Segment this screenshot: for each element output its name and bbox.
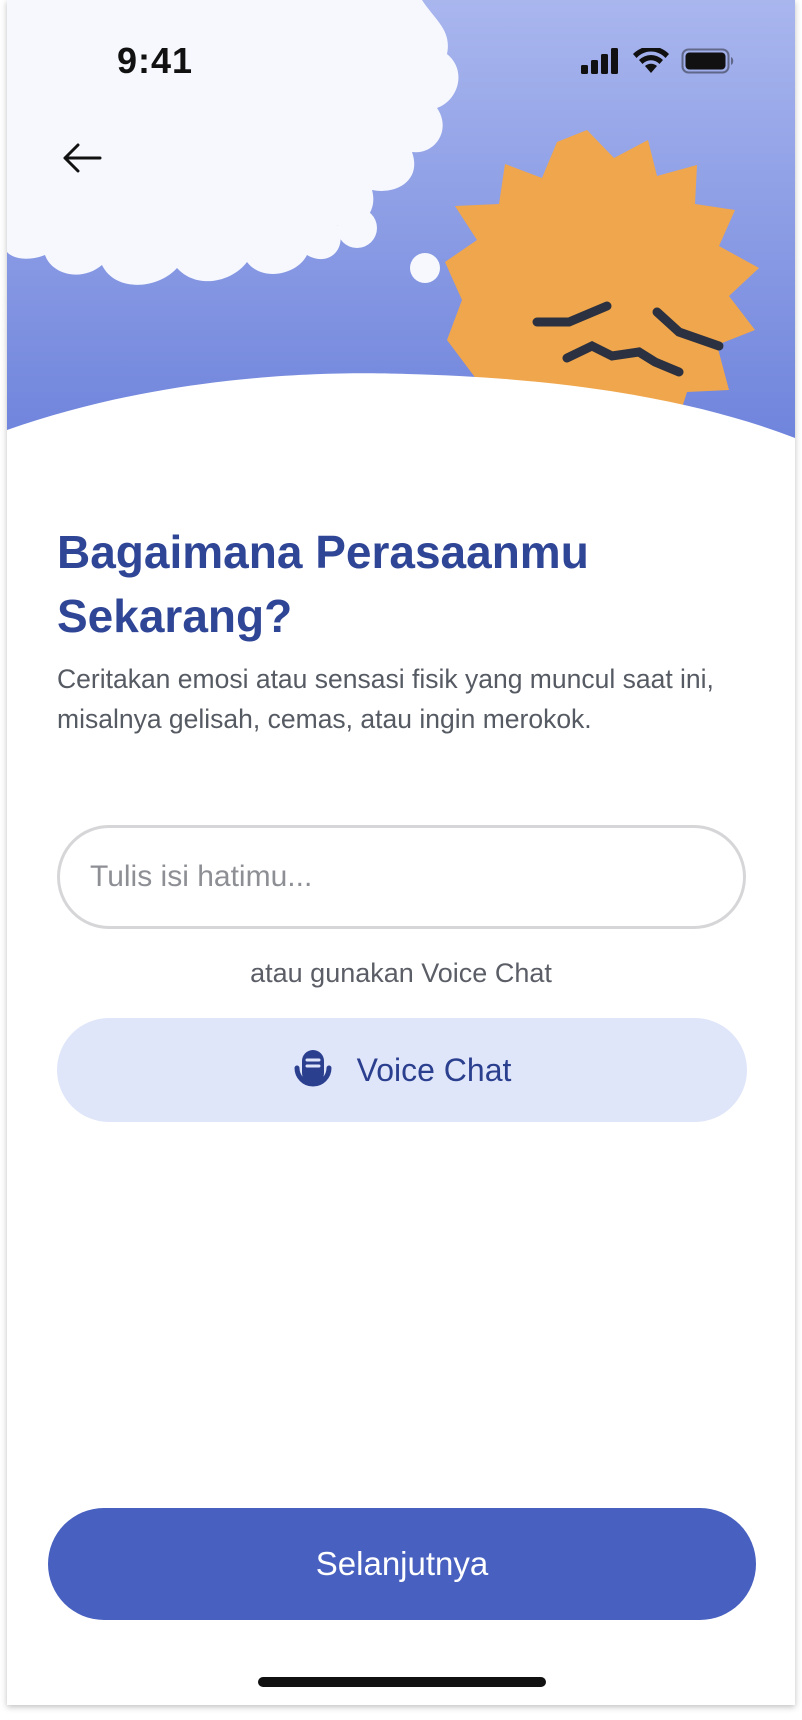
home-indicator (258, 1677, 546, 1687)
battery-icon (681, 48, 734, 74)
wifi-icon (633, 48, 669, 73)
feelings-input[interactable] (57, 825, 746, 929)
thought-bubble-dot-small (410, 253, 440, 283)
status-time: 9:41 (117, 40, 194, 81)
voice-chat-hint: atau gunakan Voice Chat (250, 958, 552, 988)
thought-bubble-dot (337, 208, 377, 248)
page-title: Bagaimana Perasaanmu Sekarang? (57, 526, 589, 642)
status-icons (581, 48, 735, 74)
voice-chat-button[interactable]: Voice Chat (57, 1018, 747, 1122)
arrow-left-icon (63, 143, 102, 173)
microphone-icon (294, 1050, 332, 1087)
voice-chat-label: Voice Chat (356, 1051, 512, 1088)
page-subtitle: Ceritakan emosi atau sensasi fisik yang … (57, 664, 714, 734)
next-button-label: Selanjutnya (315, 1545, 489, 1582)
back-button[interactable] (57, 136, 107, 180)
signal-icon (581, 48, 618, 74)
next-button[interactable]: Selanjutnya (48, 1508, 756, 1620)
phone-screen: 9:41 Bagaimana Perasaanmu Sekarang? Ceri… (7, 0, 795, 1705)
